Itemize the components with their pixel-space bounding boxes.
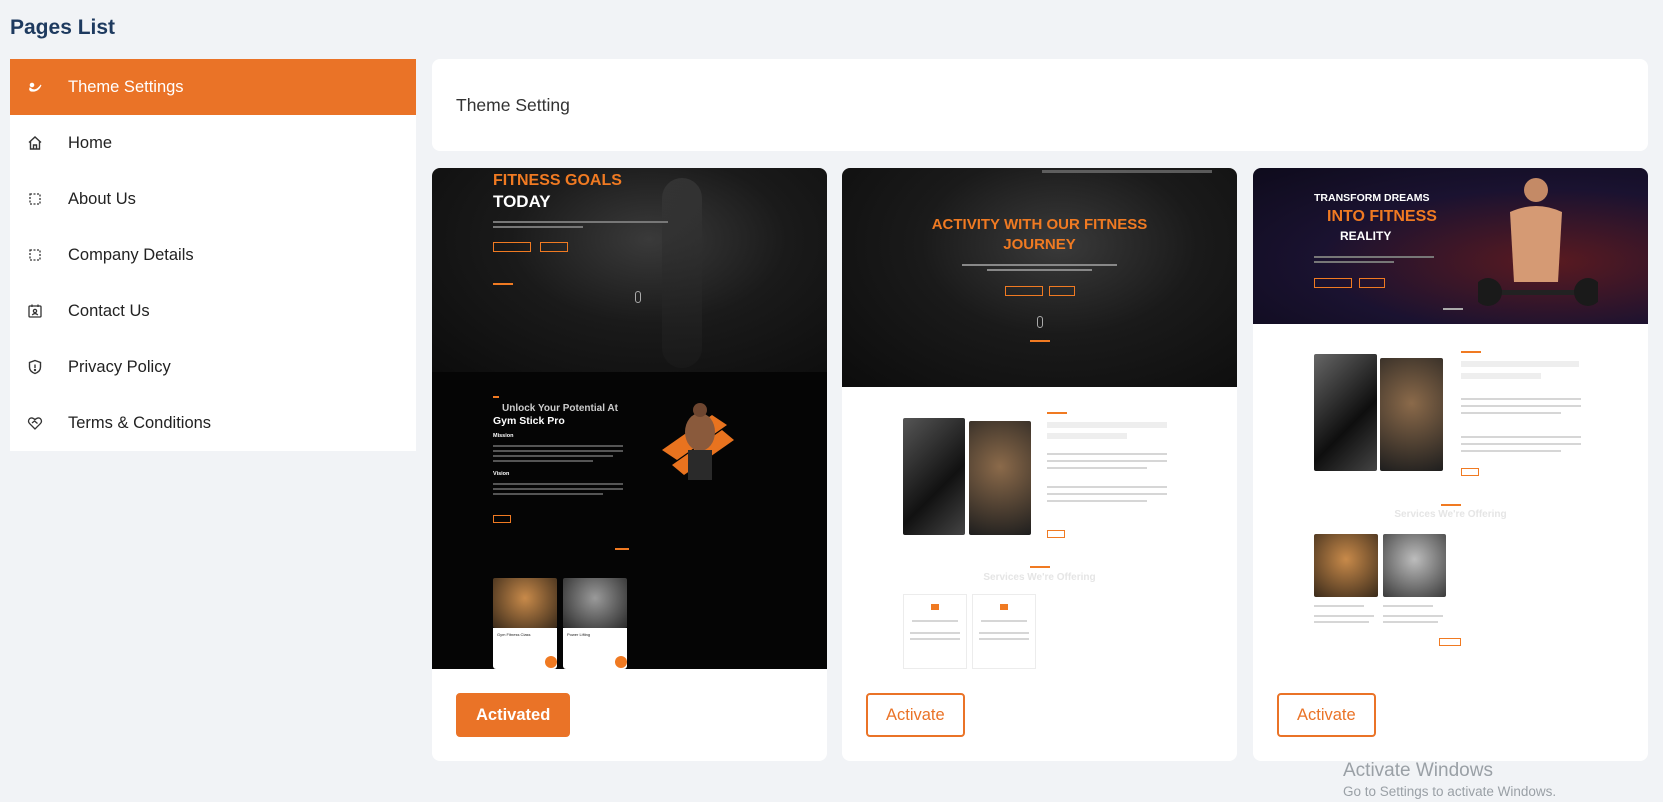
sidebar-item-contact-us[interactable]: Contact Us bbox=[10, 283, 416, 339]
theme-preview-1[interactable]: FITNESS GOALS TODAY Unlock Your Potentia… bbox=[432, 168, 827, 669]
preview-service1: Gym Fitness Class bbox=[497, 632, 531, 637]
sidebar-item-label: Terms & Conditions bbox=[68, 413, 212, 432]
sidebar-item-label: Home bbox=[68, 133, 113, 152]
theme-card-1: FITNESS GOALS TODAY Unlock Your Potentia… bbox=[432, 168, 827, 761]
preview-button bbox=[540, 242, 568, 252]
preview-button bbox=[1049, 286, 1075, 296]
handshake-icon bbox=[26, 414, 44, 432]
sidebar-item-company-details[interactable]: Company Details bbox=[10, 227, 416, 283]
windows-activation-watermark: Activate Windows Go to Settings to activ… bbox=[1343, 760, 1556, 799]
preview-button bbox=[493, 242, 531, 252]
watermark-line2: Go to Settings to activate Windows. bbox=[1343, 784, 1557, 799]
preview-hero-line1: ACTIVITY WITH OUR FITNESS bbox=[931, 216, 1148, 233]
sidebar-item-privacy-policy[interactable]: Privacy Policy bbox=[10, 339, 416, 395]
preview-about-heading1: Unlock Your Potential At bbox=[502, 403, 618, 414]
shield-icon bbox=[26, 358, 44, 376]
watermark-line1: Activate Windows bbox=[1343, 760, 1493, 781]
athlete-figure-icon bbox=[1478, 178, 1598, 306]
theme-preview-3[interactable]: TRANSFORM DREAMS INTO FITNESS REALITY Se… bbox=[1253, 168, 1648, 669]
home-icon bbox=[26, 134, 44, 152]
sidebar-item-home[interactable]: Home bbox=[10, 115, 416, 171]
preview-button bbox=[1005, 286, 1043, 296]
sidebar-item-label: Theme Settings bbox=[68, 77, 184, 96]
contact-icon bbox=[26, 302, 44, 320]
preview-hero-line2: TODAY bbox=[493, 192, 551, 211]
sidebar: Theme Settings Home About Us Company Det… bbox=[10, 59, 416, 451]
page-icon bbox=[26, 246, 44, 264]
sidebar-item-label: About Us bbox=[68, 189, 136, 208]
sidebar-item-label: Contact Us bbox=[68, 301, 150, 320]
theme-icon bbox=[26, 78, 44, 96]
preview-hero-line1: TRANSFORM DREAMS bbox=[1314, 192, 1430, 204]
sidebar-item-terms-conditions[interactable]: Terms & Conditions bbox=[10, 395, 416, 451]
preview-section-title: Services We're Offering bbox=[983, 572, 1096, 583]
preview-section-title: Services We're Offering bbox=[1394, 509, 1507, 520]
theme-card-2: ACTIVITY WITH OUR FITNESS JOURNEY Servic… bbox=[842, 168, 1237, 761]
theme-preview-2[interactable]: ACTIVITY WITH OUR FITNESS JOURNEY Servic… bbox=[842, 168, 1237, 669]
sidebar-item-label: Company Details bbox=[68, 245, 194, 264]
preview-button bbox=[1314, 278, 1352, 288]
page-title: Pages List bbox=[10, 16, 116, 39]
preview-vision: Vision bbox=[493, 471, 510, 477]
preview-hero-line1: FITNESS GOALS bbox=[493, 172, 622, 189]
sidebar-item-about-us[interactable]: About Us bbox=[10, 171, 416, 227]
preview-hero-line3: REALITY bbox=[1340, 229, 1392, 243]
sidebar-item-theme-settings[interactable]: Theme Settings bbox=[10, 59, 416, 115]
preview-button bbox=[1359, 278, 1385, 288]
preview-about-heading2: Gym Stick Pro bbox=[493, 415, 565, 427]
page-icon bbox=[26, 190, 44, 208]
athlete-figure-icon bbox=[662, 403, 734, 480]
theme-setting-header: Theme Setting bbox=[432, 59, 1648, 151]
sidebar-item-label: Privacy Policy bbox=[68, 357, 171, 376]
preview-button bbox=[493, 515, 511, 523]
theme-card-3: TRANSFORM DREAMS INTO FITNESS REALITY Se… bbox=[1253, 168, 1648, 761]
activate-button[interactable]: Activate bbox=[1277, 693, 1376, 737]
activate-button[interactable]: Activate bbox=[866, 693, 965, 737]
preview-hero-line2: INTO FITNESS bbox=[1327, 208, 1437, 225]
preview-service2: Power Lifting bbox=[567, 632, 591, 637]
activated-button[interactable]: Activated bbox=[456, 693, 571, 737]
preview-mission: Mission bbox=[493, 433, 514, 439]
preview-hero-line2: JOURNEY bbox=[1003, 236, 1076, 253]
section-title: Theme Setting bbox=[456, 94, 570, 115]
